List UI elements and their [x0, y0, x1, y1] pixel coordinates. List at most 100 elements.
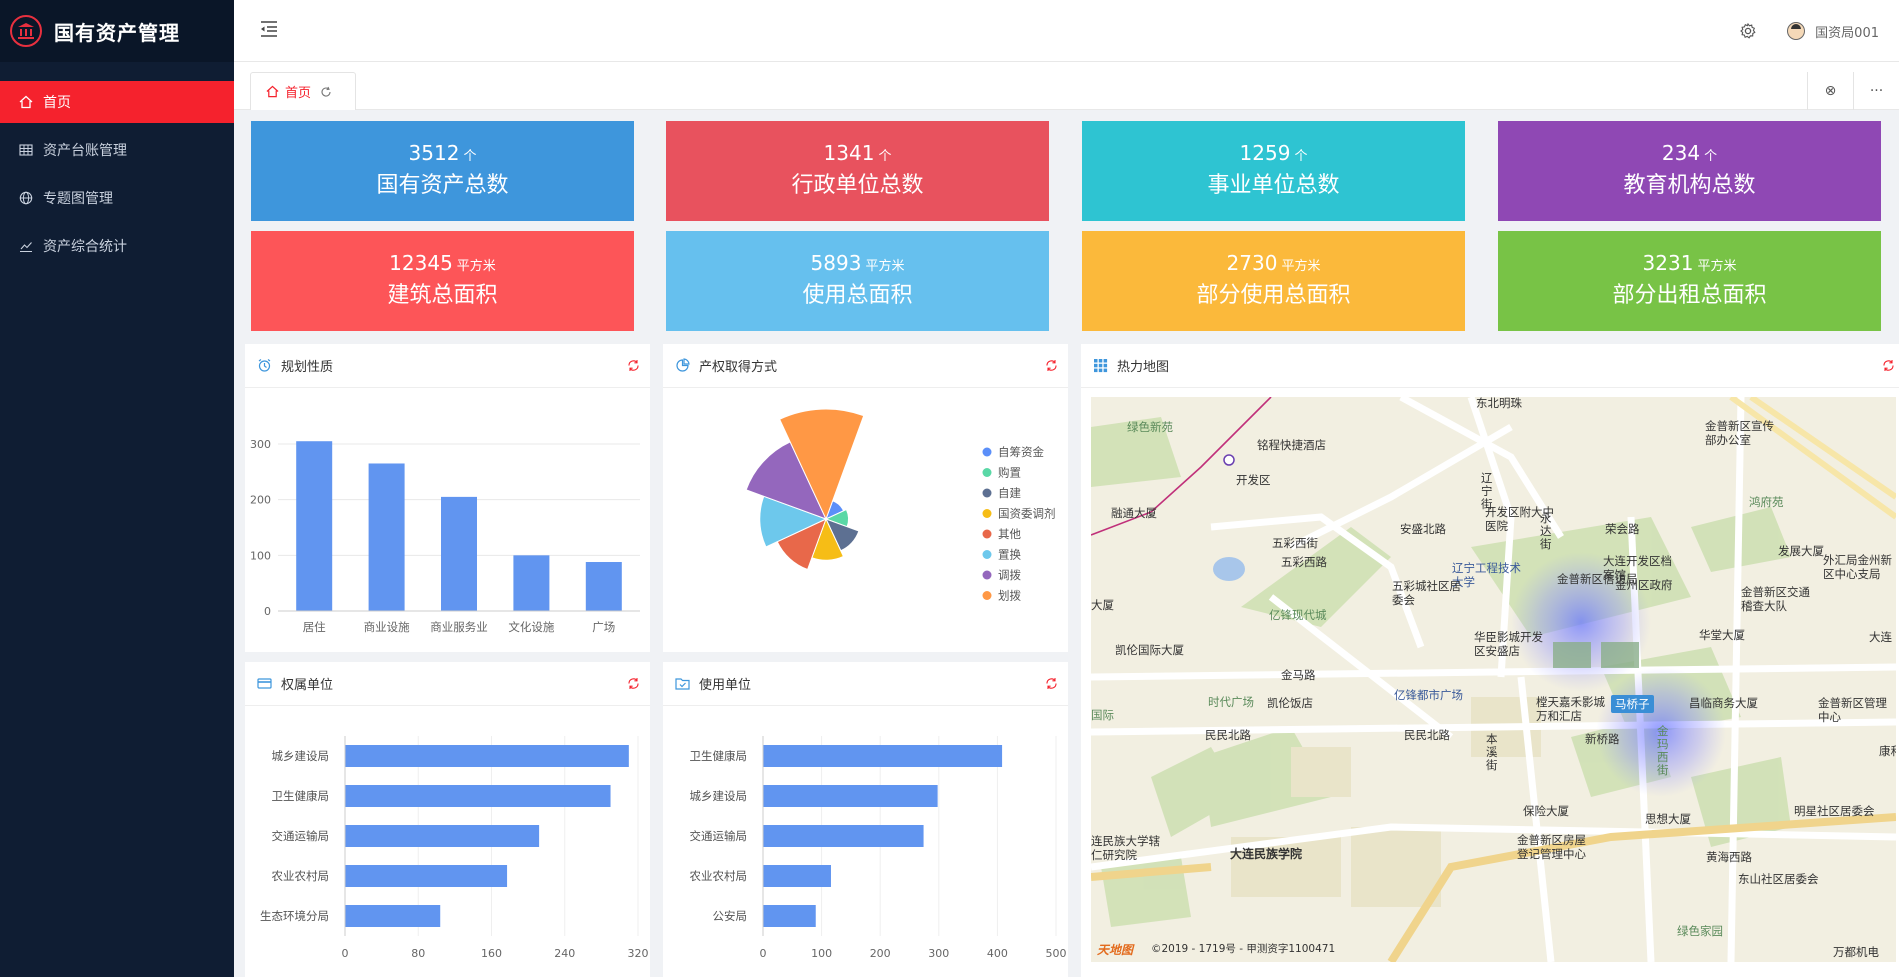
map-label: 铭程快捷酒店 — [1257, 438, 1326, 452]
refresh-icon[interactable] — [627, 359, 640, 372]
y-tick-label: 卫生健康局 — [272, 789, 330, 803]
bar[interactable] — [345, 865, 508, 887]
refresh-icon[interactable] — [1045, 359, 1058, 372]
stat-card[interactable]: 1341 个行政单位总数 — [666, 121, 1049, 221]
map-label: 大连民族学院 — [1230, 847, 1303, 861]
x-tick-label: 0 — [760, 947, 767, 960]
map-label: 黄海西路 — [1706, 850, 1752, 864]
bar[interactable] — [763, 745, 1003, 767]
stat-card[interactable]: 3231 平方米 部分出租总面积 — [1498, 231, 1881, 331]
legend-label: 自筹资金 — [998, 445, 1044, 459]
refresh-icon[interactable] — [1882, 359, 1895, 372]
pie-chart-icon — [676, 358, 690, 372]
user-panel: 使用单位 0 100 200 300 400 500 卫生健康局 城乡建设局 交通运输局 农业农村… — [663, 662, 1068, 977]
avatar[interactable] — [1787, 22, 1806, 40]
refresh-icon[interactable] — [320, 86, 332, 98]
x-tick-label: 500 — [1046, 947, 1067, 960]
app-title: 国有资产管理 — [54, 20, 180, 45]
stat-card[interactable]: 3512 个国有资产总数 — [251, 121, 634, 221]
stat-unit: 个 — [878, 149, 892, 164]
stat-card[interactable]: 2730 平方米 部分使用总面积 — [1082, 231, 1465, 331]
more-tabs-button[interactable]: ··· — [1853, 72, 1899, 110]
sidebar-item-thematic-map[interactable]: 专题图管理 — [0, 177, 234, 219]
map-label: 明星社区居委会 — [1794, 804, 1875, 818]
bar[interactable] — [296, 441, 333, 611]
stat-label: 事业单位总数 — [1207, 173, 1340, 198]
x-tick-label: 商业设施 — [364, 620, 410, 634]
menu-fold-icon[interactable] — [258, 18, 280, 40]
heat-map[interactable]: 东北明珠 绿色新苑 铭程快捷酒店 金普新区宣传部办公室 开发区 辽宁街 鸿府苑 融通大厦 开发区… — [1091, 397, 1896, 962]
stat-unit: 平方米 — [1281, 259, 1321, 274]
username[interactable]: 国资局001 — [1815, 22, 1879, 41]
bar[interactable] — [345, 825, 540, 847]
sidebar-item-statistics[interactable]: 资产综合统计 — [0, 225, 234, 267]
map-label: 连民族大学辖仁研究院 — [1091, 834, 1160, 862]
x-tick-label: 300 — [928, 947, 949, 960]
map-label: 金普新区交通稽查大队 — [1741, 585, 1810, 613]
stat-value-row: 5893 平方米 — [666, 251, 1049, 279]
stat-value-row: 1341 个 — [666, 141, 1049, 169]
map-label: 亿锋都市广场 — [1394, 688, 1463, 702]
tab-home[interactable]: 首页 — [250, 72, 356, 110]
owner-bar-chart: 0 80 160 240 320 城乡建设局卫生健康局交通运输局农业农村局生态环境分局 — [260, 736, 649, 960]
bar[interactable] — [763, 825, 924, 847]
map-label: 五彩城社区居委会 — [1392, 579, 1461, 607]
legend-marker — [982, 591, 992, 600]
map-label: 安盛北路 — [1400, 522, 1446, 536]
stat-card[interactable]: 234 个教育机构总数 — [1498, 121, 1881, 221]
sidebar-item-home[interactable]: 首页 — [0, 81, 234, 123]
x-tick-label: 文化设施 — [508, 620, 554, 634]
map-label: 大厦 — [1091, 598, 1114, 612]
stat-value-row: 2730 平方米 — [1082, 251, 1465, 279]
bar[interactable] — [763, 785, 938, 807]
stat-card[interactable]: 1259 个事业单位总数 — [1082, 121, 1465, 221]
bar[interactable] — [345, 745, 629, 767]
planning-bar-chart: 0 100 200 300 居住 商业设施 商业服务业 文化设施 广场 — [250, 438, 640, 634]
stat-card[interactable]: 12345 平方米 建筑总面积 — [251, 231, 634, 331]
refresh-icon[interactable] — [627, 677, 640, 690]
table-icon — [18, 142, 34, 158]
map-label: 鸿府苑 — [1749, 495, 1784, 509]
stat-value: 234 — [1661, 141, 1701, 165]
stat-label: 教育机构总数 — [1623, 173, 1756, 198]
bar[interactable] — [763, 865, 831, 887]
legend-marker — [982, 447, 992, 457]
bar[interactable] — [513, 555, 550, 611]
legend-label: 其他 — [998, 527, 1021, 541]
bar[interactable] — [441, 496, 477, 611]
map-label: 昌临商务大厦 — [1689, 696, 1758, 710]
x-tick-label: 200 — [870, 947, 891, 960]
grid-icon — [1094, 359, 1108, 373]
map-label: 华堂大厦 — [1699, 628, 1745, 642]
gear-icon[interactable] — [1739, 22, 1757, 40]
close-all-tabs-button[interactable]: ⊗ — [1807, 72, 1853, 110]
legend-label: 购置 — [998, 466, 1021, 480]
stat-card[interactable]: 5893 平方米 使用总面积 — [666, 231, 1049, 331]
stat-value-row: 3512 个 — [251, 141, 634, 169]
bar[interactable] — [763, 905, 816, 927]
bar[interactable] — [368, 463, 405, 611]
bar[interactable] — [345, 905, 441, 927]
bar[interactable] — [585, 562, 622, 611]
bank-icon — [10, 15, 42, 47]
stat-value-row: 3231 平方米 — [1498, 251, 1881, 279]
stat-unit: 平方米 — [865, 259, 905, 274]
panel-header: 权属单位 — [245, 662, 650, 706]
tab-label: 首页 — [285, 86, 312, 101]
map-label: 民民北路 — [1404, 728, 1450, 742]
home-icon — [18, 94, 34, 110]
y-tick-label: 卫生健康局 — [690, 749, 748, 763]
panel-header: 规划性质 — [245, 344, 650, 388]
x-tick-label: 320 — [628, 947, 649, 960]
y-tick-label: 300 — [250, 438, 271, 451]
tab-bar: 首页 ⊗ ··· — [234, 62, 1899, 110]
refresh-icon[interactable] — [1045, 677, 1058, 690]
x-tick-label: 80 — [411, 947, 425, 960]
sidebar-item-asset-ledger[interactable]: 资产台账管理 — [0, 129, 234, 171]
map-label: 马桥子 — [1611, 695, 1654, 713]
map-label: 保险大厦 — [1523, 804, 1569, 818]
bar[interactable] — [345, 785, 611, 807]
sidebar-item-label: 资产台账管理 — [43, 143, 127, 159]
property-panel: 产权取得方式 自筹资金 购置 自建 国资委调剂 其他 置换 调拨 划拨 — [663, 344, 1068, 652]
globe-icon — [18, 190, 34, 206]
